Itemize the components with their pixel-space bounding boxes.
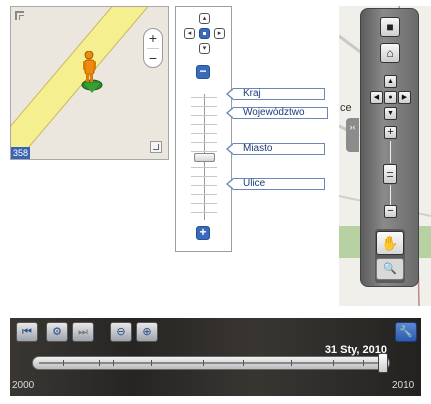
mini-map-zoom-control[interactable]: + − [143,28,163,68]
zoom-tick [191,212,217,213]
zoom-out-button[interactable]: − [144,49,162,68]
level-streets[interactable]: Ulice [226,178,325,190]
timeline-tick [99,360,100,366]
pan-down-icon[interactable]: ▼ [384,107,397,120]
map-control-bar: ■ ⌂ ▲ ◀ ● ▶ ▼ + − ✋ 🔍 [360,8,419,287]
zoom-tick [191,151,217,152]
zoom-tick [191,115,217,116]
pan-left-icon[interactable]: ◂ [184,28,195,39]
zoom-slider-thumb[interactable] [383,164,397,184]
zoom-tick [191,203,217,204]
side-panel-toggle[interactable]: ›‹ [346,118,359,152]
zoom-tick [191,97,217,98]
zoom-tick [191,124,217,125]
zoom-in-button[interactable]: + [196,226,210,240]
map-place-label: ce [340,102,352,114]
timeline-slider-thumb[interactable] [378,353,388,373]
timeline-tick [63,360,64,366]
settings-icon[interactable]: ⚙ [46,322,68,342]
corner-inner-icon [19,15,24,20]
start-year-label: 2000 [12,380,35,391]
zoom-in-icon[interactable]: + [384,126,397,139]
timeline-tick [363,360,364,366]
zoom-tick [191,176,217,177]
timeline-tick [203,360,204,366]
pan-left-icon[interactable]: ◀ [370,91,383,104]
timeline-tick [291,360,292,366]
pan-right-icon[interactable]: ▸ [214,28,225,39]
timeline-tick [113,360,114,366]
level-city[interactable]: Miasto [226,143,325,155]
timeline-tick [151,360,152,366]
pan-up-icon[interactable]: ▲ [384,75,397,88]
timeline-inner-track [39,362,383,364]
end-year-label: 2010 [392,380,415,391]
zoom-tick [191,167,217,168]
zoom-line [390,185,391,205]
expand-corner-icon[interactable] [150,141,162,153]
magnifier-tool-icon[interactable]: 🔍 [376,258,404,280]
level-country[interactable]: Kraj [226,88,325,100]
zoom-slider-thumb[interactable] [194,153,215,162]
zoom-in-button[interactable]: + [144,29,162,48]
pan-center-icon[interactable]: ● [384,91,397,104]
timeline-track[interactable] [32,356,390,370]
zoom-in-time-icon[interactable]: ⊕ [136,322,158,342]
timeline-bar: ⏮ ⚙ ⏭ ⊖ ⊕ 🔧 31 Sty, 2010 2000 2010 [10,318,421,396]
pan-control[interactable]: ▴ ◂ ▸ ▾ [183,11,227,57]
pan-center-icon[interactable] [199,28,210,39]
zoom-tick [191,185,217,186]
cube-icon[interactable]: ■ [380,17,400,37]
wrench-icon[interactable]: 🔧 [395,322,417,342]
hand-tool-icon[interactable]: ✋ [376,231,404,255]
jump-end-icon[interactable]: ⏭ [72,322,94,342]
scale-label: 358 [11,147,31,159]
timeline-tick [333,360,334,366]
zoom-tick [191,142,217,143]
navigation-panel: ▴ ◂ ▸ ▾ − + [175,6,232,252]
zoom-out-button[interactable]: − [196,65,210,79]
timeline-tick [243,360,244,366]
home-icon[interactable]: ⌂ [380,43,400,63]
zoom-tick [191,106,217,107]
level-province[interactable]: Województwo [226,107,328,119]
mini-map[interactable]: + − 358 [10,6,169,160]
pan-up-icon[interactable]: ▴ [199,13,210,24]
zoom-tick [191,194,217,195]
jump-start-icon[interactable]: ⏮ [16,322,38,342]
pan-down-icon[interactable]: ▾ [199,43,210,54]
zoom-tick [191,133,217,134]
zoom-out-icon[interactable]: − [384,205,397,218]
pegman-icon[interactable] [79,51,107,93]
zoom-out-time-icon[interactable]: ⊖ [110,322,132,342]
zoom-line [390,141,391,163]
tool-group: ✋ 🔍 [375,229,405,283]
pan-right-icon[interactable]: ▶ [398,91,411,104]
